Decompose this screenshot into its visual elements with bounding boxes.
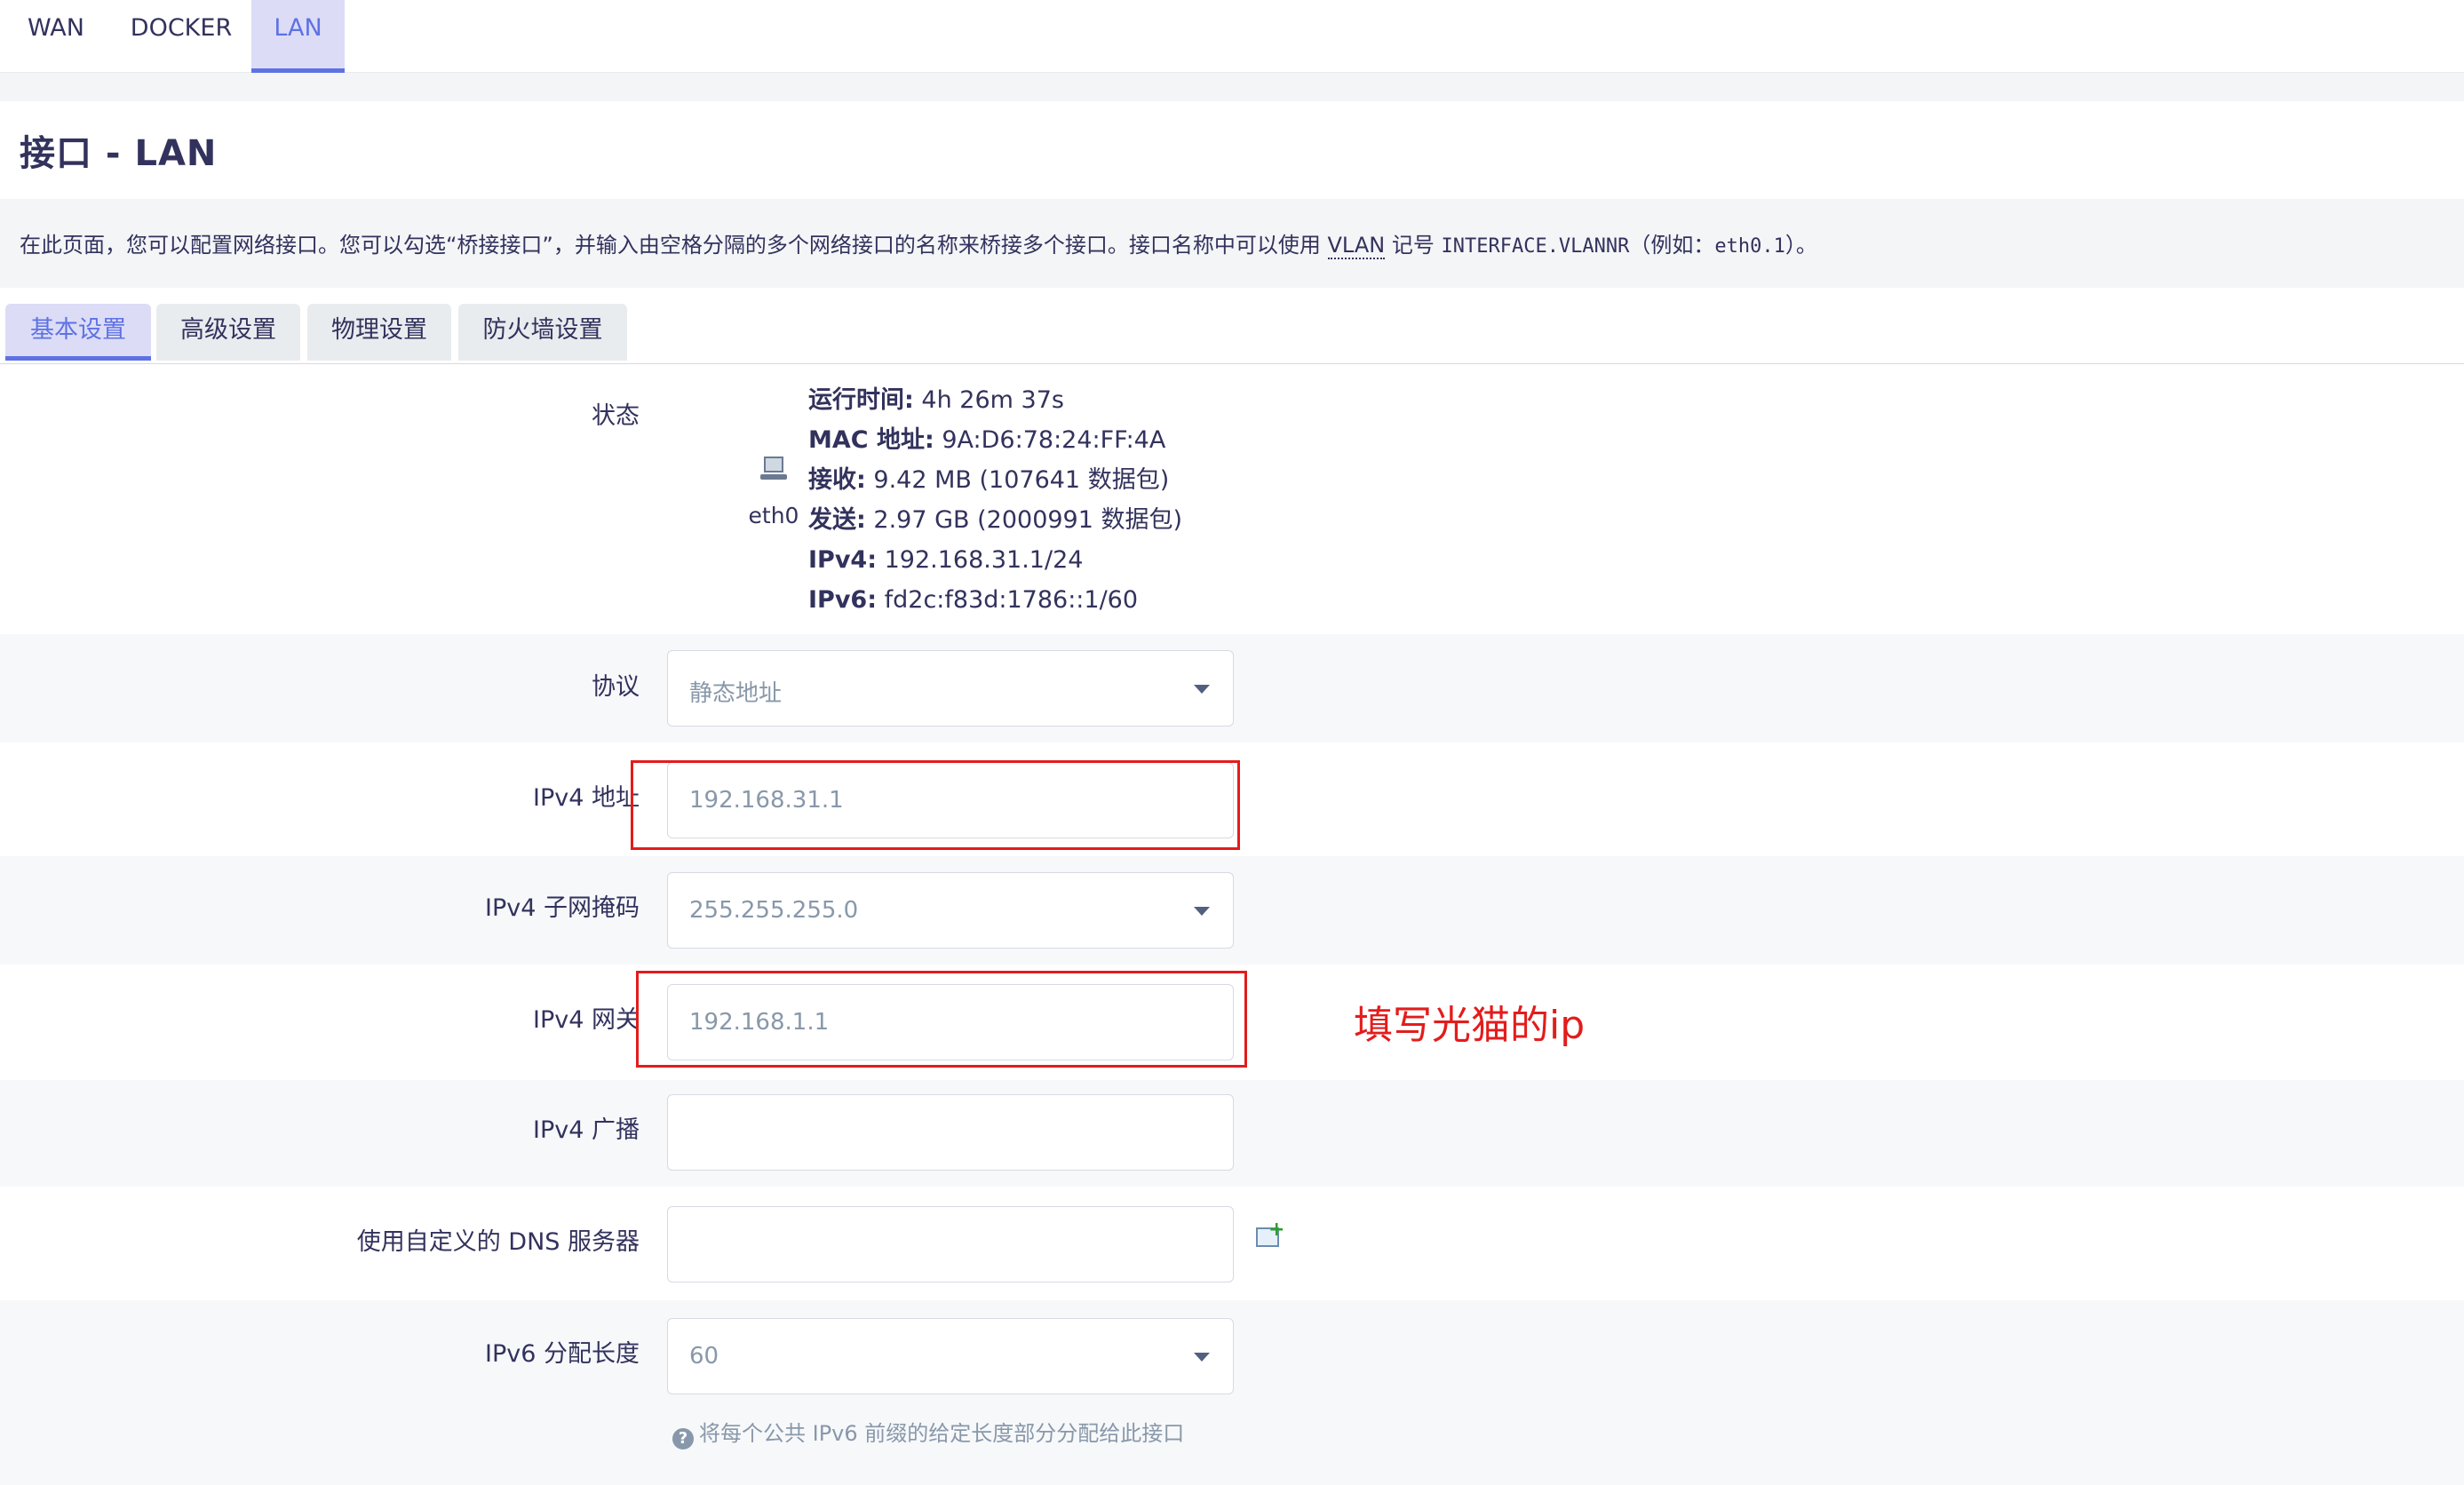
- mac-value: 9A:D6:78:24:FF:4A: [942, 426, 1166, 454]
- protocol-select[interactable]: 静态地址: [667, 650, 1234, 727]
- ipv4-label: IPv4:: [808, 546, 878, 574]
- chevron-down-icon: [1194, 685, 1210, 694]
- ipv4-address-label: IPv4 地址: [533, 784, 640, 812]
- protocol-value: 静态地址: [689, 680, 783, 707]
- status-uptime: 运行时间: 4h 26m 37s: [808, 380, 1182, 420]
- ipv6-assign-select[interactable]: 60: [667, 1318, 1234, 1394]
- status-mac: MAC 地址: 9A:D6:78:24:FF:4A: [808, 420, 1182, 460]
- ipv6-assign-help: ? 将每个公共 IPv6 前缀的给定长度部分分配给此接口: [672, 1416, 1184, 1449]
- highlight-box-ipv4-address: [631, 760, 1240, 850]
- ipv4-broadcast-label: IPv4 广播: [533, 1116, 640, 1144]
- ipv6-assign-value: 60: [689, 1343, 719, 1370]
- ipv6-assign-help-text: 将每个公共 IPv6 前缀的给定长度部分分配给此接口: [699, 1421, 1185, 1446]
- vlan-code: INTERFACE.VLANNR: [1441, 235, 1630, 258]
- ipv4-broadcast-row: IPv4 广播: [0, 1080, 2464, 1187]
- dns-label: 使用自定义的 DNS 服务器: [356, 1228, 640, 1256]
- ipv6-value: fd2c:f83d:1786::1/60: [884, 586, 1139, 614]
- tab-physical-settings[interactable]: 物理设置: [307, 304, 451, 361]
- ipv4-gateway-label: IPv4 网关: [533, 1006, 640, 1034]
- tab-docker[interactable]: DOCKER: [119, 0, 243, 73]
- ipv4-broadcast-input[interactable]: [667, 1094, 1234, 1171]
- tab-lan[interactable]: LAN: [251, 0, 345, 73]
- vlan-link[interactable]: VLAN: [1327, 233, 1386, 259]
- ipv4-netmask-label: IPv4 子网掩码: [485, 894, 640, 922]
- tab-wan[interactable]: WAN: [12, 0, 99, 73]
- description-suffix: ）。: [1784, 233, 1817, 258]
- tab-basic-settings[interactable]: 基本设置: [5, 304, 151, 361]
- ipv4-value: 192.168.31.1/24: [884, 546, 1084, 574]
- question-circle-icon: ?: [672, 1428, 694, 1449]
- status-ipv6: IPv6: fd2c:f83d:1786::1/60: [808, 580, 1182, 620]
- tx-value: 2.97 GB (2000991 数据包): [873, 506, 1183, 534]
- example-code: eth0.1: [1714, 235, 1785, 258]
- status-ipv4: IPv4: 192.168.31.1/24: [808, 540, 1182, 580]
- description-text: 在此页面，您可以配置网络接口。您可以勾选“桥接接口”，并输入由空格分隔的多个网络…: [20, 227, 1817, 259]
- status-label: 状态: [592, 402, 640, 430]
- page-title-bar: 接口 - LAN: [0, 101, 2464, 199]
- ethernet-port-icon: [760, 457, 787, 481]
- rx-label: 接收:: [808, 466, 866, 494]
- protocol-label: 协议: [592, 673, 640, 701]
- ipv4-netmask-value: 255.255.255.0: [689, 897, 859, 924]
- status-tx: 发送: 2.97 GB (2000991 数据包): [808, 500, 1182, 540]
- description-before-link: 在此页面，您可以配置网络接口。您可以勾选“桥接接口”，并输入由空格分隔的多个网络…: [20, 233, 1328, 258]
- status-details: 运行时间: 4h 26m 37s MAC 地址: 9A:D6:78:24:FF:…: [808, 380, 1182, 620]
- rx-value: 9.42 MB (107641 数据包): [873, 466, 1170, 494]
- tx-label: 发送:: [808, 506, 866, 534]
- tab-advanced-settings[interactable]: 高级设置: [156, 304, 300, 361]
- ipv6-label: IPv6:: [808, 586, 878, 614]
- dns-input[interactable]: [667, 1206, 1234, 1282]
- chevron-down-icon: [1194, 907, 1210, 916]
- annotation-text: 填写光猫的ip: [1354, 1003, 1586, 1048]
- uptime-label: 运行时间:: [808, 386, 914, 414]
- page-description: 在此页面，您可以配置网络接口。您可以勾选“桥接接口”，并输入由空格分隔的多个网络…: [0, 199, 2464, 288]
- highlight-box-ipv4-gateway: [636, 971, 1247, 1068]
- status-row: 状态: [0, 364, 2464, 634]
- uptime-value: 4h 26m 37s: [921, 386, 1064, 414]
- page-title: 接口 - LAN: [20, 133, 218, 174]
- tab-firewall-settings[interactable]: 防火墙设置: [458, 304, 627, 361]
- device-name: eth0: [748, 503, 799, 528]
- status-device: eth0: [748, 457, 799, 528]
- protocol-row: 协议 静态地址: [0, 634, 2464, 742]
- ipv4-netmask-select[interactable]: 255.255.255.0: [667, 872, 1234, 949]
- header-gap: [0, 73, 2464, 101]
- section-tabs: 基本设置 高级设置 物理设置 防火墙设置: [0, 288, 2464, 364]
- add-entry-icon[interactable]: +: [1256, 1220, 1284, 1249]
- chevron-down-icon: [1194, 1353, 1210, 1362]
- interface-tabs: WAN DOCKER LAN: [0, 0, 2464, 73]
- description-middle: 记号: [1385, 233, 1442, 258]
- status-rx: 接收: 9.42 MB (107641 数据包): [808, 460, 1182, 500]
- dns-row: 使用自定义的 DNS 服务器: [0, 1187, 2464, 1300]
- ipv4-netmask-row: IPv4 子网掩码 255.255.255.0: [0, 856, 2464, 965]
- ipv6-assign-label: IPv6 分配长度: [485, 1340, 640, 1368]
- description-example-prefix: （例如：: [1629, 233, 1715, 258]
- ipv6-assign-row: IPv6 分配长度 60: [0, 1300, 2464, 1485]
- mac-label: MAC 地址:: [808, 426, 934, 454]
